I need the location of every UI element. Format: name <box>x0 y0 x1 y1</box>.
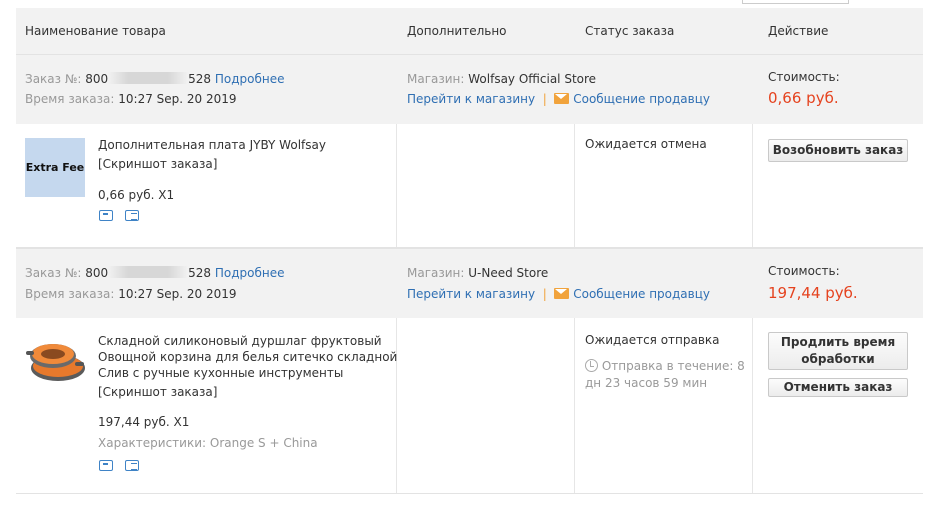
order-status: Ожидается отправка <box>585 333 720 347</box>
shipping-countdown: Отправка в течение: 8 дн 23 часов 59 мин <box>585 358 745 392</box>
mail-icon <box>554 93 570 104</box>
link-separator: | <box>538 287 551 301</box>
order-number-start: 800 <box>85 266 109 280</box>
product-title-line: Слив с ручные кухонные инструменты <box>98 366 344 380</box>
col-header-status: Статус заказа <box>585 24 675 38</box>
order-number-end: 528 <box>188 72 212 86</box>
order-header: Заказ №: 800 528 Подробнее Время заказа: … <box>16 54 923 124</box>
store-links: Перейти к магазину | Сообщение продавцу <box>407 92 710 106</box>
order-number-start: 800 <box>85 72 109 86</box>
snapshot-link[interactable]: [Скриншот заказа] <box>98 157 217 171</box>
resume-order-button[interactable]: Возобновить заказ <box>768 139 908 162</box>
message-seller-link[interactable]: Сообщение продавцу <box>573 92 710 106</box>
order-item-row: Складной силиконовый дуршлаг фруктовый О… <box>16 318 923 494</box>
col-header-extra: Дополнительно <box>407 24 507 38</box>
orders-table: Наименование товара Дополнительно Статус… <box>16 8 923 494</box>
order-number-label: Заказ №: <box>25 266 82 280</box>
store-name: U-Need Store <box>468 266 549 280</box>
mail-icon <box>554 288 570 299</box>
col-header-name: Наименование товара <box>25 24 166 38</box>
order-time-value: 10:27 Sep. 20 2019 <box>118 92 237 106</box>
item-price-qty: 0,66 руб. X1 <box>98 188 175 202</box>
cost-value: 197,44 руб. <box>768 284 858 302</box>
extend-processing-button[interactable]: Продлить время обработки <box>768 332 908 370</box>
store-line: Магазин: Wolfsay Official Store <box>407 72 596 86</box>
go-to-store-link[interactable]: Перейти к магазину <box>407 92 535 106</box>
order-time-label: Время заказа: <box>25 92 115 106</box>
item-icons <box>99 460 139 474</box>
order-item-row: Extra Fee Дополнительная плата JYBY Wolf… <box>16 124 923 248</box>
item-price-qty: 197,44 руб. X1 <box>98 415 190 429</box>
store-line: Магазин: U-Need Store <box>407 266 548 280</box>
order-time-line: Время заказа: 10:27 Sep. 20 2019 <box>25 287 237 301</box>
store-label: Магазин: <box>407 72 465 86</box>
order-time-label: Время заказа: <box>25 287 115 301</box>
item-icons <box>99 210 139 224</box>
order-number-end: 528 <box>188 266 212 280</box>
order-time-line: Время заказа: 10:27 Sep. 20 2019 <box>25 92 237 106</box>
shipping-icon[interactable] <box>99 210 113 221</box>
order-details-link[interactable]: Подробнее <box>215 266 285 280</box>
link-separator: | <box>538 92 551 106</box>
order-number-line: Заказ №: 800 528 Подробнее <box>25 72 284 86</box>
order-list-icon[interactable] <box>124 210 139 221</box>
product-title-link[interactable]: Складной силиконовый дуршлаг фруктовый О… <box>98 333 397 381</box>
message-seller-link[interactable]: Сообщение продавцу <box>573 287 710 301</box>
countdown-line-2: дн 23 часов 59 мин <box>585 376 708 390</box>
product-title-line: Складной силиконовый дуршлаг фруктовый <box>98 334 382 348</box>
cancel-order-button[interactable]: Отменить заказ <box>768 378 908 397</box>
cost-label: Стоимость: <box>768 264 840 278</box>
cost-value: 0,66 руб. <box>768 89 839 107</box>
order-status: Ожидается отмена <box>585 137 707 151</box>
top-dropdown-stub[interactable] <box>742 0 849 4</box>
cost-label: Стоимость: <box>768 70 840 84</box>
order-time-value: 10:27 Sep. 20 2019 <box>118 287 237 301</box>
store-label: Магазин: <box>407 266 465 280</box>
order-details-link[interactable]: Подробнее <box>215 72 285 86</box>
go-to-store-link[interactable]: Перейти к магазину <box>407 287 535 301</box>
order-number-redacted <box>108 266 189 278</box>
store-name: Wolfsay Official Store <box>468 72 597 86</box>
shipping-icon[interactable] <box>99 460 113 471</box>
clock-icon <box>585 359 598 372</box>
snapshot-link[interactable]: [Скриншот заказа] <box>98 385 217 399</box>
order-number-line: Заказ №: 800 528 Подробнее <box>25 266 284 280</box>
order-number-redacted <box>108 72 189 84</box>
product-title-line: Овощной корзина для белья ситечко складн… <box>98 350 398 364</box>
thumbnail-text: Extra Fee <box>25 161 85 174</box>
store-links: Перейти к магазину | Сообщение продавцу <box>407 287 710 301</box>
countdown-line-1: Отправка в течение: 8 <box>601 359 745 373</box>
product-thumbnail[interactable]: Extra Fee <box>25 138 85 197</box>
colander-image <box>26 344 85 381</box>
product-title-link[interactable]: Дополнительная плата JYBY Wolfsay <box>98 137 326 153</box>
order-list-icon[interactable] <box>124 460 139 471</box>
table-header: Наименование товара Дополнительно Статус… <box>16 8 923 54</box>
col-header-action: Действие <box>768 24 829 38</box>
item-characteristics: Характеристики: Orange S + China <box>98 436 318 450</box>
order-header: Заказ №: 800 528 Подробнее Время заказа: … <box>16 248 923 318</box>
product-thumbnail[interactable] <box>25 336 87 386</box>
order-number-label: Заказ №: <box>25 72 82 86</box>
